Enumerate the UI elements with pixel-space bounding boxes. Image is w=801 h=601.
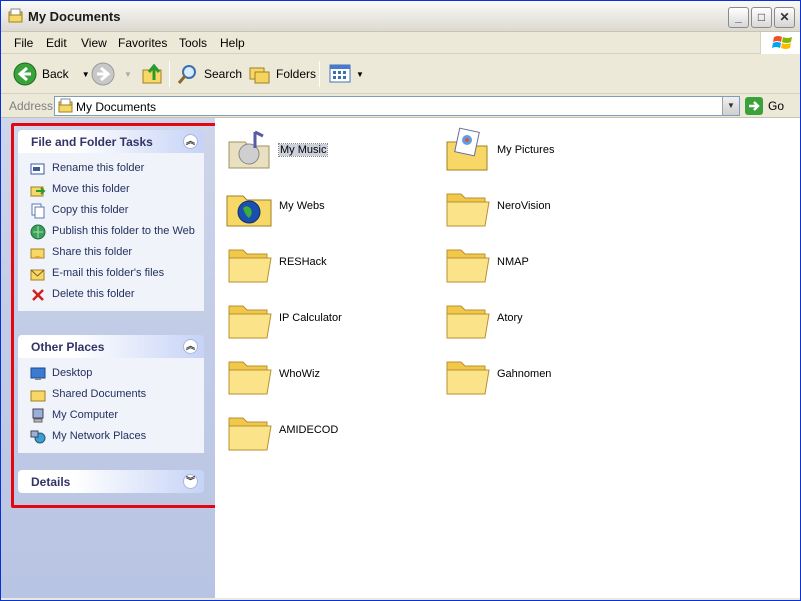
search-icon [177, 65, 196, 84]
menu-file[interactable]: File [14, 36, 33, 50]
go-arrow-icon [745, 97, 763, 115]
folder-item-nerovision[interactable]: NeroVision [443, 182, 551, 230]
up-folder-button[interactable] [141, 60, 165, 88]
menu-help[interactable]: Help [220, 36, 245, 50]
address-label: Address [9, 99, 54, 113]
views-icon [329, 64, 351, 83]
address-value: My Documents [76, 100, 157, 114]
folder-icon [228, 249, 272, 283]
address-dropdown-button[interactable]: ▼ [722, 97, 739, 115]
menu-favorites[interactable]: Favorites [118, 36, 167, 50]
menu-view[interactable]: View [81, 36, 107, 50]
chevron-down-icon: ▼ [727, 101, 735, 110]
folder-name: Gahnomen [497, 368, 552, 380]
folder-name: NeroVision [497, 200, 551, 212]
folder-item-my-webs[interactable]: My Webs [225, 182, 325, 230]
windows-flag-icon [772, 36, 792, 49]
go-label: Go [768, 99, 785, 113]
views-button[interactable]: ▼ [329, 60, 364, 88]
folders-icon [249, 67, 270, 84]
back-label: Back [42, 67, 69, 81]
folders-button[interactable]: Folders [249, 60, 316, 88]
folder-name: NMAP [497, 256, 529, 268]
folder-item-atory[interactable]: Atory [443, 294, 523, 342]
folder-name: AMIDECOD [279, 424, 339, 436]
windows-logo [760, 32, 800, 54]
folder-item-nmap[interactable]: NMAP [443, 238, 529, 286]
window-bottom-border [1, 598, 800, 600]
folder-icon [8, 8, 23, 23]
folders-label: Folders [276, 67, 317, 81]
folder-name: IP Calculator [279, 312, 342, 324]
folder-name: My Pictures [497, 144, 555, 156]
menu-bar: File Edit View Favorites Tools Help [1, 32, 800, 54]
music-folder-icon [228, 130, 270, 169]
folder-item-my-music[interactable]: My Music [225, 126, 329, 174]
search-label: Search [204, 67, 243, 81]
window-title: My Documents [28, 9, 121, 24]
back-arrow-icon [13, 62, 37, 86]
title-bar[interactable]: My Documents _ □ ✕ [1, 1, 800, 32]
minimize-icon: _ [735, 10, 742, 24]
folder-name: RESHack [279, 256, 327, 268]
menu-tools[interactable]: Tools [179, 36, 207, 50]
folder-name: My Webs [279, 200, 325, 212]
folder-view: My Music My Webs RESHack IP Calculator W… [215, 118, 800, 600]
forward-arrow-icon [91, 62, 115, 86]
folder-item-amidecod[interactable]: AMIDECOD [225, 406, 338, 454]
folder-item-gahnomen[interactable]: Gahnomen [443, 350, 551, 398]
folder-icon [228, 417, 272, 451]
forward-dropdown-icon[interactable]: ▼ [124, 70, 132, 79]
folder-name: Atory [497, 312, 523, 324]
pictures-folder-icon [446, 127, 488, 171]
search-button[interactable]: Search [177, 60, 242, 88]
folder-icon [446, 193, 490, 227]
folder-name: WhoWiz [279, 368, 320, 380]
back-button[interactable]: Back ▼ [13, 60, 90, 88]
folder-name: My Music [277, 143, 329, 157]
highlight-frame [11, 123, 221, 508]
toolbar-separator [319, 61, 320, 87]
toolbar-separator [169, 61, 170, 87]
folder-item-my-pictures[interactable]: My Pictures [443, 126, 554, 174]
minimize-button[interactable]: _ [728, 7, 749, 28]
views-dropdown-icon: ▼ [356, 69, 364, 79]
toolbar: Back ▼ ▼ Search Folders ▼ [1, 54, 800, 94]
close-button[interactable]: ✕ [774, 7, 795, 28]
folder-item-ip-calculator[interactable]: IP Calculator [225, 294, 342, 342]
folder-icon [446, 361, 490, 395]
back-dropdown-icon[interactable]: ▼ [82, 70, 90, 79]
go-button[interactable]: Go [745, 97, 784, 115]
forward-button[interactable]: ▼ [91, 60, 132, 88]
folder-icon [446, 305, 490, 339]
menu-edit[interactable]: Edit [46, 36, 67, 50]
folder-icon [228, 305, 272, 339]
explorer-window: My Documents _ □ ✕ File Edit View Favori… [0, 0, 801, 601]
maximize-button[interactable]: □ [751, 7, 772, 28]
webs-folder-icon [226, 195, 272, 227]
my-documents-icon [58, 98, 73, 113]
address-input[interactable]: My Documents ▼ [54, 96, 740, 116]
close-icon: ✕ [779, 10, 790, 24]
folder-item-whowiz[interactable]: WhoWiz [225, 350, 320, 398]
folder-icon [228, 361, 272, 395]
address-bar: Address My Documents ▼ Go [1, 94, 800, 118]
folder-icon [446, 249, 490, 283]
maximize-icon: □ [757, 10, 766, 24]
up-folder-icon [142, 63, 162, 84]
folder-item-reshack[interactable]: RESHack [225, 238, 327, 286]
